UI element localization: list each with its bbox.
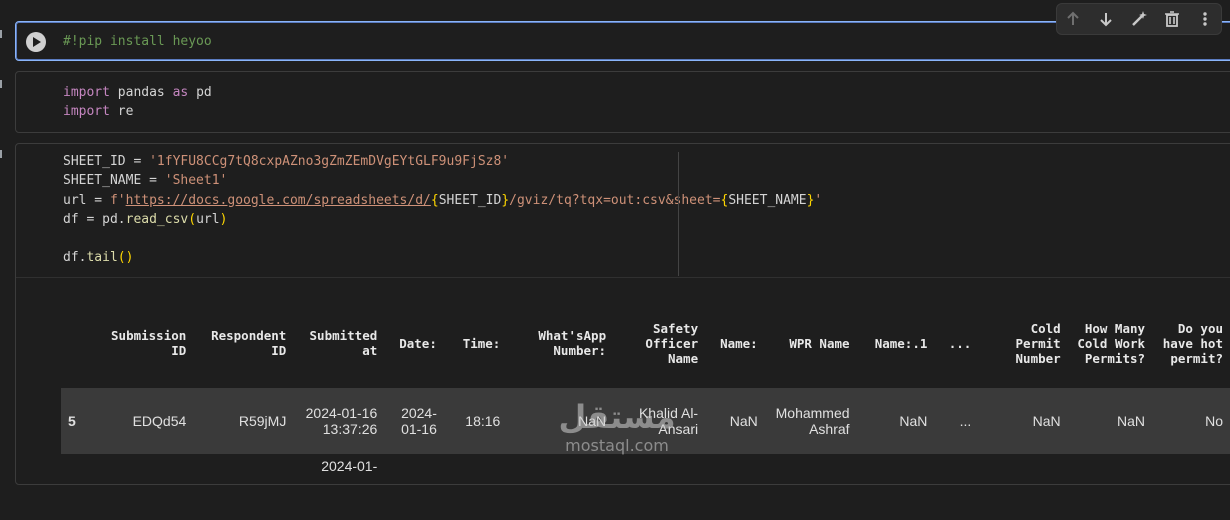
table-cell — [705, 454, 765, 520]
keyword: as — [172, 85, 189, 100]
magic-edit-button[interactable] — [1128, 8, 1150, 30]
move-up-button[interactable] — [1062, 8, 1084, 30]
code-text: SHEET_ID — [438, 192, 502, 208]
column-header: WPR Name — [789, 335, 850, 351]
table-cell — [384, 454, 444, 520]
cell-1-code[interactable]: #!pip install heyoo — [63, 32, 212, 51]
table-cell: NaN — [705, 388, 765, 454]
table-cell — [193, 454, 293, 520]
table-cell: Khalid Al-Ansari — [613, 388, 706, 454]
paren: ( — [188, 211, 197, 227]
column-header: How Many Cold Work Permits? — [1077, 320, 1146, 366]
table-cell: 2024-01-16 13:37:26 — [293, 388, 385, 454]
table-cell — [613, 454, 705, 520]
code-text: url = — [63, 192, 110, 208]
function-name: tail — [86, 250, 118, 266]
code-text: SHEET_NAME — [728, 192, 807, 208]
string-literal: ' — [814, 192, 823, 208]
code-text: re — [109, 104, 134, 120]
column-header: What'sApp Number: — [538, 328, 607, 358]
code-cell-2[interactable]: import pandas as pd import re — [15, 71, 1230, 133]
run-cell-button[interactable] — [26, 32, 46, 52]
column-header: Name:.1 — [874, 335, 928, 351]
column-header: Submitted at — [309, 328, 378, 358]
table-cell — [444, 454, 507, 520]
gutter-mark — [0, 80, 2, 88]
code-cell-1[interactable]: #!pip install heyoo — [15, 21, 1230, 61]
table-cell: R59jMJ — [193, 388, 294, 454]
dataframe-table: Submission ID Respondent ID Submitted at Da… — [61, 298, 1230, 520]
string-literal: /gviz/tq?tqx=out:csv&sheet= — [509, 192, 721, 208]
table-cell: 2024-01-16 — [384, 388, 444, 454]
column-header: ... — [948, 335, 972, 351]
editor-ruler — [678, 152, 679, 276]
code-text: pandas — [109, 85, 173, 100]
keyword: import — [63, 104, 110, 120]
column-header: Cold Permit Number — [1015, 320, 1061, 366]
delete-cell-button[interactable] — [1161, 8, 1183, 30]
trash-icon — [1164, 11, 1179, 27]
table-cell — [934, 454, 978, 520]
code-text: df = pd. — [63, 211, 126, 227]
keyword: import — [63, 85, 110, 100]
table-cell: EDQd54 — [94, 388, 194, 454]
table-cell: 18:16 — [443, 388, 508, 454]
table-cell — [978, 454, 1067, 520]
more-options-button[interactable] — [1194, 8, 1216, 30]
table-cell — [765, 454, 857, 520]
table-cell — [95, 454, 194, 520]
code-text: SHEET_ID = — [63, 154, 150, 169]
string-literal: f' — [109, 192, 126, 208]
cell-output: Submission ID Respondent ID Submitted at Da… — [16, 277, 1230, 474]
code-text: df. — [63, 250, 87, 266]
brace: { — [430, 192, 439, 208]
magic-wand-icon — [1132, 11, 1147, 26]
code-text: pd — [188, 85, 212, 100]
move-down-button[interactable] — [1095, 8, 1117, 30]
table-cell: No — [1152, 388, 1230, 454]
column-header: Safety Officer Name — [645, 320, 699, 366]
row-index — [61, 454, 95, 520]
code-text: SHEET_NAME = — [63, 173, 165, 189]
url-link[interactable]: https://docs.google.com/spreadsheets/d/ — [126, 193, 431, 208]
arrow-down-icon — [1100, 13, 1112, 27]
paren: () — [117, 250, 134, 266]
cell-2-code[interactable]: import pandas as pd import re — [63, 83, 212, 122]
table-cell: Mohammed Ashraf — [764, 388, 857, 454]
gutter-mark — [0, 30, 2, 38]
table-cell — [1068, 454, 1152, 520]
more-vert-icon — [1202, 12, 1207, 26]
table-cell — [507, 454, 613, 520]
column-header: Respondent ID — [211, 328, 287, 358]
column-header: Time: — [462, 335, 501, 351]
column-header: Name: — [720, 335, 758, 351]
table-cell — [1152, 454, 1230, 520]
table-cell: ... — [934, 388, 979, 454]
function-name: read_csv — [125, 211, 189, 227]
cell-toolbar — [1056, 3, 1222, 35]
string-literal: '1fYFU8CCg7tQ8cxpAZno3gZmZEmDVgEYtGLF9u9… — [149, 154, 510, 169]
row-index: 5 — [61, 388, 95, 454]
table-cell — [857, 454, 935, 520]
column-header: Do you have hot permit? — [1162, 320, 1223, 366]
table-cell: 2024-01- — [321, 458, 378, 474]
string-literal: 'Sheet1' — [164, 173, 228, 189]
cell-3-code[interactable]: SHEET_ID = '1fYFU8CCg7tQ8cxpAZno3gZmZEmD… — [63, 152, 822, 268]
table-cell: NaN — [978, 388, 1068, 454]
table-header-row: Submission ID Respondent ID Submitted at Da… — [61, 298, 1230, 388]
paren: ) — [219, 211, 228, 227]
table-cell: NaN — [856, 388, 935, 454]
code-text: url — [196, 211, 220, 227]
comment-line: #!pip install heyoo — [63, 34, 212, 49]
column-header: Submission ID — [111, 328, 187, 358]
table-row: 2024-01- — [61, 454, 1230, 520]
table-cell: NaN — [1067, 388, 1153, 454]
table-row: 5 EDQd54 R59jMJ 2024-01-16 13:37:26 2024-01-… — [61, 388, 1230, 454]
table-cell: NaN — [507, 388, 614, 454]
brace: } — [501, 192, 510, 208]
column-header: Date: — [399, 335, 437, 351]
arrow-up-icon — [1067, 11, 1080, 25]
gutter-mark — [0, 150, 2, 158]
column-header — [61, 298, 95, 388]
